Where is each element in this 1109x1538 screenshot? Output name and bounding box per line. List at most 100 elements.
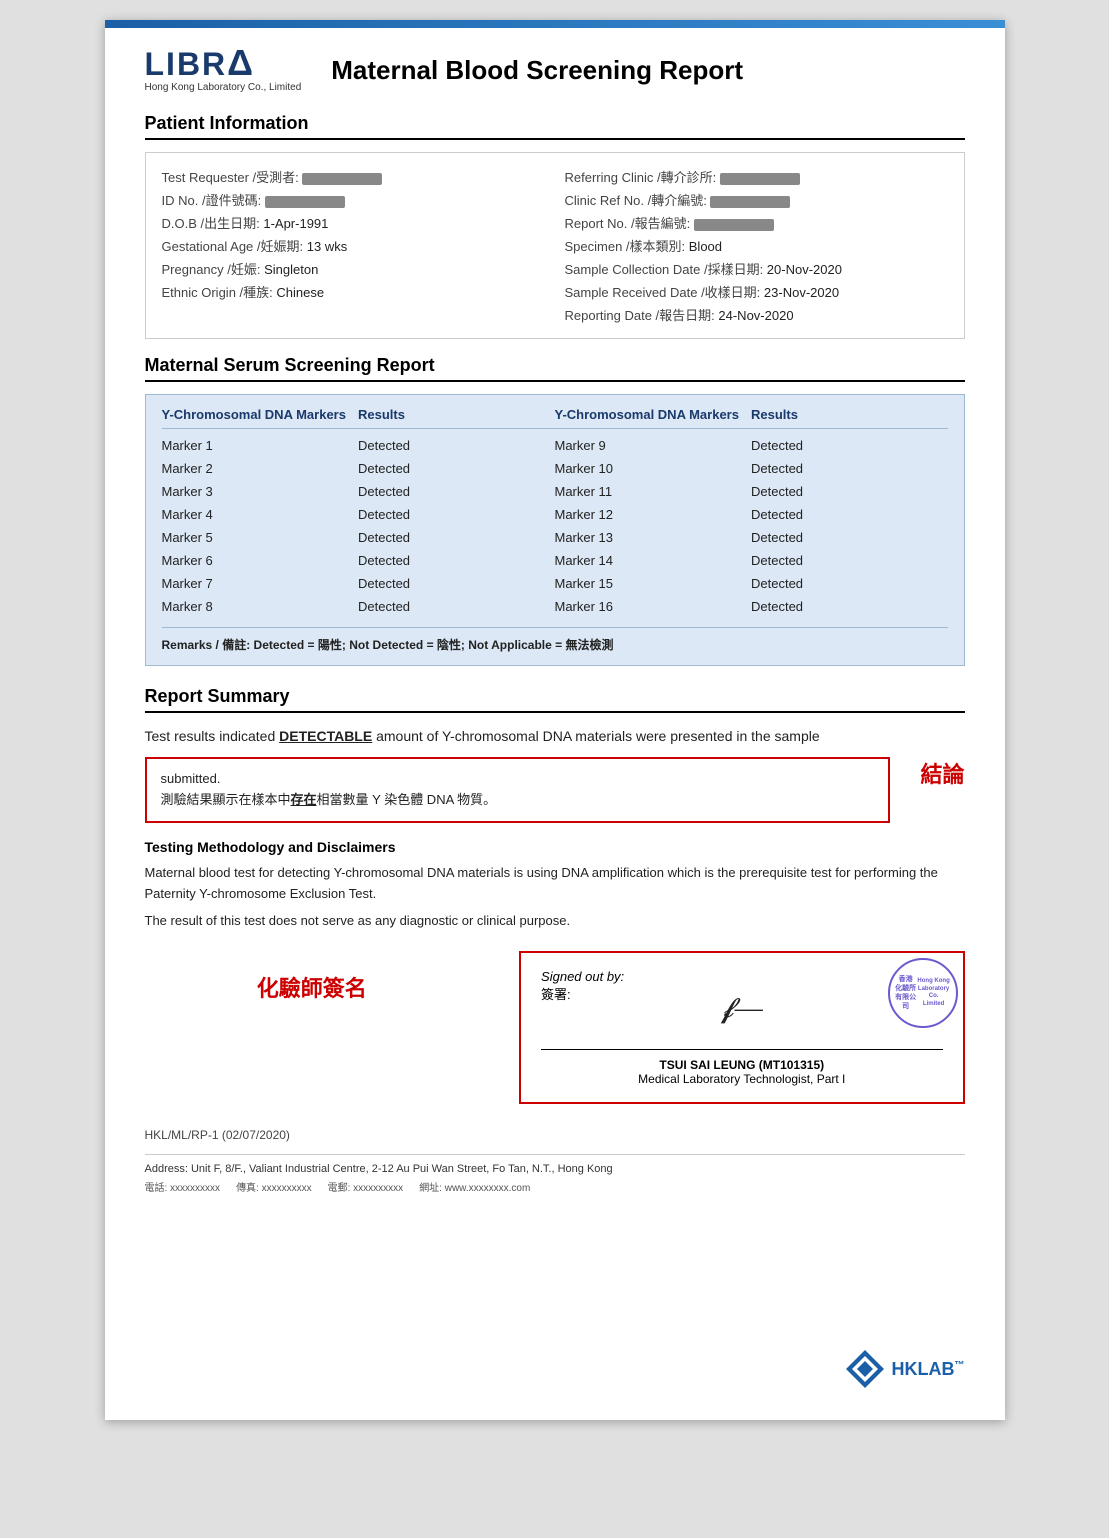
patient-row-clinic-ref: Clinic Ref No. /轉介編號: <box>565 188 948 211</box>
marker-left-name-7: Marker 8 <box>162 596 359 617</box>
footer-contact: 電郵: xxxxxxxxxx <box>328 1179 404 1194</box>
footer-contact: 電話: xxxxxxxxxx <box>145 1179 221 1194</box>
marker-right-name-3: Marker 12 <box>555 504 752 525</box>
address-text: Address: Unit F, 8/F., Valiant Industria… <box>145 1163 965 1175</box>
marker-left-name-6: Marker 7 <box>162 573 359 594</box>
patient-fields-left: Test Requester /受測者: ID No. /證件號碼: D.O.B… <box>162 165 545 326</box>
stamp-circle: 香港化驗所有限公司Hong KongLaboratory Co.Limited <box>888 958 958 1028</box>
logo-text: LIBRΔ <box>145 48 256 80</box>
screening-table-header: Y-Chromosomal DNA Markers Results Y-Chro… <box>162 407 948 429</box>
report-summary-section: Report Summary Test results indicated DE… <box>145 686 965 823</box>
summary-box: submitted. 測驗結果顯示在樣本中存在相當數量 Y 染色體 DNA 物質… <box>145 757 891 823</box>
patient-fields-right: Referring Clinic /轉介診所: Clinic Ref No. /… <box>565 165 948 326</box>
serum-screening-header: Maternal Serum Screening Report <box>145 355 965 382</box>
marker-left-name-5: Marker 6 <box>162 550 359 571</box>
col4-header: Results <box>751 407 948 422</box>
signature-line <box>541 1049 942 1050</box>
patient-row-gest: Gestational Age /妊娠期: 13 wks <box>162 234 545 257</box>
footer-contact: 網址: www.xxxxxxxx.com <box>419 1179 530 1194</box>
footer-contact: 傳真: xxxxxxxxxx <box>236 1179 312 1194</box>
marker-right-name-0: Marker 9 <box>555 435 752 456</box>
marker-right-result-1: Detected <box>751 458 948 479</box>
chemist-label: 化驗師簽名 <box>145 951 480 1003</box>
patient-grid: Test Requester /受測者: ID No. /證件號碼: D.O.B… <box>162 165 948 326</box>
marker-left-result-3: Detected <box>358 504 555 525</box>
marker-right-name-6: Marker 15 <box>555 573 752 594</box>
hklab-logo: HKLAB™ <box>844 1348 965 1390</box>
marker-right-result-5: Detected <box>751 550 948 571</box>
marker-left-result-7: Detected <box>358 596 555 617</box>
signature-script: 𝓯— <box>721 993 763 1025</box>
methodology-section: Testing Methodology and Disclaimers Mate… <box>145 839 965 931</box>
col1-header: Y-Chromosomal DNA Markers <box>162 407 359 422</box>
report-title: Maternal Blood Screening Report <box>331 55 743 86</box>
patient-row-ethnic: Ethnic Origin /種族: Chinese <box>162 280 545 303</box>
marker-right-name-4: Marker 13 <box>555 527 752 548</box>
methodology-title: Testing Methodology and Disclaimers <box>145 839 965 855</box>
hklab-text: HKLAB™ <box>892 1359 965 1380</box>
patient-row-pregnancy: Pregnancy /妊娠: Singleton <box>162 257 545 280</box>
patient-row-id: ID No. /證件號碼: <box>162 188 545 211</box>
footer-ref: HKL/ML/RP-1 (02/07/2020) <box>145 1128 965 1142</box>
patient-row-dob: D.O.B /出生日期: 1-Apr-1991 <box>162 211 545 234</box>
chinese-bold: 存在 <box>291 792 317 807</box>
marker-right-name-1: Marker 10 <box>555 458 752 479</box>
patient-row-collection: Sample Collection Date /採樣日期: 20-Nov-202… <box>565 257 948 280</box>
marker-right-result-4: Detected <box>751 527 948 548</box>
marker-right-result-6: Detected <box>751 573 948 594</box>
marker-left-name-4: Marker 5 <box>162 527 359 548</box>
marker-left-result-5: Detected <box>358 550 555 571</box>
marker-left-result-1: Detected <box>358 458 555 479</box>
marker-left-result-6: Detected <box>358 573 555 594</box>
patient-info-header: Patient Information <box>145 113 965 140</box>
methodology-text2: The result of this test does not serve a… <box>145 911 965 932</box>
patient-row-requester: Test Requester /受測者: <box>162 165 545 188</box>
logo-subtitle: Hong Kong Laboratory Co., Limited <box>145 82 302 93</box>
marker-rows: Marker 1Detected Marker 9Detected Marker… <box>162 435 948 617</box>
footer-address: Address: Unit F, 8/F., Valiant Industria… <box>145 1154 965 1194</box>
marker-left-name-3: Marker 4 <box>162 504 359 525</box>
methodology-text1: Maternal blood test for detecting Y-chro… <box>145 863 965 905</box>
footer-contacts: 電話: xxxxxxxxxx 傳真: xxxxxxxxxx 電郵: xxxxxxxx… <box>145 1179 965 1194</box>
marker-right-result-0: Detected <box>751 435 948 456</box>
patient-row-report-no: Report No. /報告編號: <box>565 211 948 234</box>
marker-right-name-5: Marker 14 <box>555 550 752 571</box>
conclusion-label: 結論 <box>920 757 964 789</box>
remarks-row: Remarks / 備註: Detected = 陽性; Not Detecte… <box>162 627 948 653</box>
summary-box-area: submitted. 測驗結果顯示在樣本中存在相當數量 Y 染色體 DNA 物質… <box>145 757 965 823</box>
signed-out-label: Signed out by: <box>541 969 624 984</box>
marker-right-result-3: Detected <box>751 504 948 525</box>
marker-right-result-7: Detected <box>751 596 948 617</box>
marker-left-name-2: Marker 3 <box>162 481 359 502</box>
marker-left-result-0: Detected <box>358 435 555 456</box>
marker-right-result-2: Detected <box>751 481 948 502</box>
patient-row-received: Sample Received Date /收樣日期: 23-Nov-2020 <box>565 280 948 303</box>
signatory-name: TSUI SAI LEUNG (MT101315) <box>659 1058 824 1072</box>
detectable-text: DETECTABLE <box>279 728 372 744</box>
signatory-title: Medical Laboratory Technologist, Part I <box>638 1072 845 1086</box>
logo-area: LIBRΔ Hong Kong Laboratory Co., Limited <box>145 48 302 93</box>
screening-table: Y-Chromosomal DNA Markers Results Y-Chro… <box>145 394 965 666</box>
marker-left-result-2: Detected <box>358 481 555 502</box>
top-bar <box>105 20 1005 28</box>
patient-row-clinic: Referring Clinic /轉介診所: <box>565 165 948 188</box>
patient-row-reporting: Reporting Date /報告日期: 24-Nov-2020 <box>565 303 948 326</box>
patient-row-specimen: Specimen /樣本類別: Blood <box>565 234 948 257</box>
marker-left-name-1: Marker 2 <box>162 458 359 479</box>
summary-submitted: submitted. <box>161 769 875 790</box>
patient-info-box: Test Requester /受測者: ID No. /證件號碼: D.O.B… <box>145 152 965 339</box>
marker-left-result-4: Detected <box>358 527 555 548</box>
marker-right-name-2: Marker 11 <box>555 481 752 502</box>
report-header: LIBRΔ Hong Kong Laboratory Co., Limited … <box>145 48 965 93</box>
signed-out-chinese: 簽署: <box>541 984 571 1003</box>
sign-area: 化驗師簽名 香港化驗所有限公司Hong KongLaboratory Co.Li… <box>145 951 965 1104</box>
hklab-diamond-icon <box>844 1348 886 1390</box>
marker-right-name-7: Marker 16 <box>555 596 752 617</box>
summary-chinese-line: 測驗結果顯示在樣本中存在相當數量 Y 染色體 DNA 物質。 <box>161 790 875 811</box>
sign-box: 香港化驗所有限公司Hong KongLaboratory Co.Limited … <box>519 951 964 1104</box>
report-page: LIBRΔ Hong Kong Laboratory Co., Limited … <box>105 20 1005 1420</box>
col3-header: Y-Chromosomal DNA Markers <box>555 407 752 422</box>
marker-left-name-0: Marker 1 <box>162 435 359 456</box>
report-summary-header: Report Summary <box>145 686 965 713</box>
col2-header: Results <box>358 407 555 422</box>
